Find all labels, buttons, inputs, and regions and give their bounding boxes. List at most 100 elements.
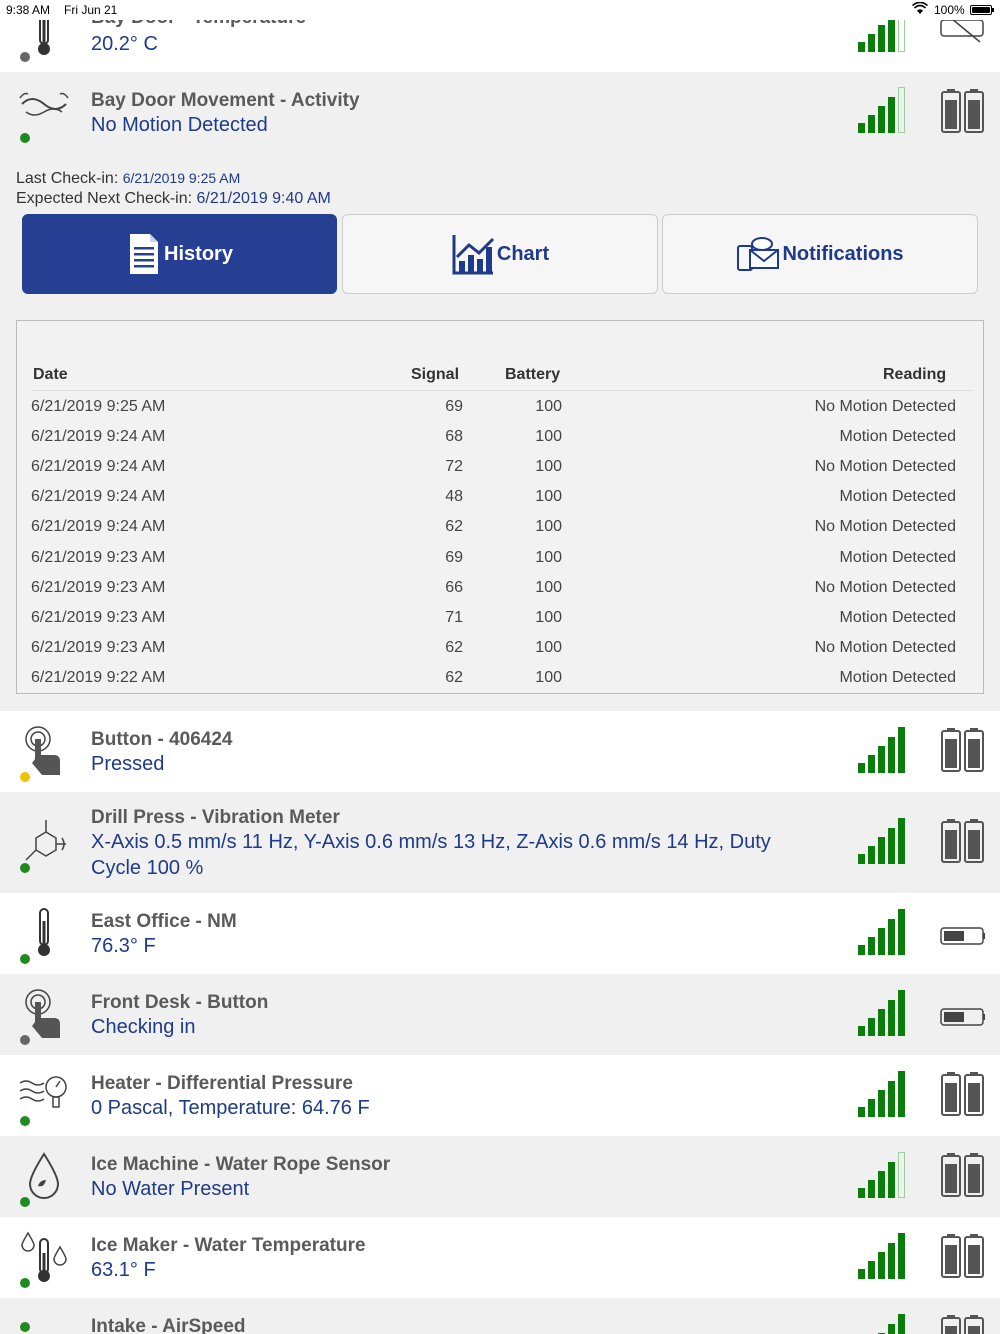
status-dot [20, 1197, 30, 1207]
tab-chart-label: Chart [496, 242, 550, 265]
status-dot [20, 863, 30, 873]
sensor-reading: 20.2° C [91, 33, 158, 55]
sensor-row-button-406424[interactable]: Button - 406424 Pressed [0, 711, 1000, 792]
cell-date: 6/21/2019 9:23 AM [31, 639, 166, 656]
cell-signal: 62 [445, 669, 463, 686]
status-battery-percent: 100% [934, 3, 965, 17]
cell-signal: 69 [445, 398, 463, 415]
cell-reading: No Motion Detected [814, 579, 956, 596]
sensor-name: Heater - Differential Pressure [91, 1073, 353, 1094]
cell-date: 6/21/2019 9:24 AM [31, 428, 166, 445]
battery-full-icon [940, 1314, 986, 1334]
history-table[interactable]: Date Signal Battery Reading 6/21/2019 9:… [16, 320, 984, 694]
sensor-name: Intake - AirSpeed [91, 1316, 246, 1334]
sensor-row-drill-press[interactable]: Drill Press - Vibration Meter X-Axis 0.5… [0, 792, 1000, 893]
battery-full-icon [940, 818, 986, 864]
last-checkin-label: Last Check-in: [16, 170, 119, 187]
status-battery-icon [970, 5, 994, 15]
cell-signal: 68 [445, 428, 463, 445]
cell-signal: 72 [445, 458, 463, 475]
signal-strength-icon [858, 909, 908, 955]
signal-strength-icon [858, 990, 908, 1036]
signal-strength-icon [858, 818, 908, 864]
sensor-row-ice-machine[interactable]: Ice Machine - Water Rope Sensor No Water… [0, 1136, 1000, 1217]
pressure-gauge-icon [18, 1069, 70, 1121]
battery-full-icon [940, 1152, 986, 1198]
last-checkin-value: 6/21/2019 9:25 AM [122, 170, 241, 186]
last-checkin: Last Check-in: 6/21/2019 9:25 AM [16, 170, 240, 188]
signal-strength-icon [858, 1314, 908, 1334]
status-bar: 9:38 AM Fri Jun 21 100% [0, 0, 1000, 20]
sensor-reading: Checking in [91, 1016, 196, 1038]
cell-date: 6/21/2019 9:24 AM [31, 458, 166, 475]
cell-date: 6/21/2019 9:23 AM [31, 609, 166, 626]
cell-reading: No Motion Detected [814, 518, 956, 535]
sensor-name[interactable]: Bay Door Movement - Activity [91, 90, 360, 112]
sensor-row-east-office[interactable]: East Office - NM 76.3° F [0, 893, 1000, 974]
signal-strength-icon [858, 1233, 908, 1279]
table-row: 6/21/2019 9:24 AM 48 100 Motion Detected [17, 488, 983, 518]
status-dot [20, 1322, 30, 1332]
tab-notifications[interactable]: Notifications [662, 214, 978, 294]
sensor-row-intake-airspeed[interactable]: Intake - AirSpeed [0, 1298, 1000, 1334]
table-row: 6/21/2019 9:23 AM 69 100 Motion Detected [17, 549, 983, 579]
sensor-name: Drill Press - Vibration Meter [91, 807, 340, 828]
table-row: 6/21/2019 9:24 AM 62 100 No Motion Detec… [17, 518, 983, 548]
sensor-row-ice-maker[interactable]: Ice Maker - Water Temperature 63.1° F [0, 1217, 1000, 1298]
cell-signal: 48 [445, 488, 463, 505]
battery-low-icon [940, 994, 986, 1040]
signal-strength-icon [858, 1071, 908, 1117]
battery-full-icon [940, 1233, 986, 1279]
status-dot [20, 1116, 30, 1126]
next-checkin: Expected Next Check-in: 6/21/2019 9:40 A… [16, 190, 331, 208]
cell-battery: 100 [535, 669, 562, 686]
sensor-row-front-desk[interactable]: Front Desk - Button Checking in [0, 974, 1000, 1055]
table-row: 6/21/2019 9:24 AM 68 100 Motion Detected [17, 428, 983, 458]
tab-notifications-label: Notifications [782, 242, 904, 265]
cell-date: 6/21/2019 9:24 AM [31, 518, 166, 535]
table-row: 6/21/2019 9:24 AM 72 100 No Motion Detec… [17, 458, 983, 488]
status-dot [20, 52, 30, 62]
sensor-name: Ice Machine - Water Rope Sensor [91, 1154, 391, 1175]
cell-signal: 62 [445, 639, 463, 656]
button-press-icon [18, 725, 70, 777]
cell-battery: 100 [535, 609, 562, 626]
column-header-signal: Signal [411, 366, 460, 383]
battery-low-icon [940, 913, 986, 959]
sensor-reading: No Motion Detected [91, 114, 268, 136]
status-time: 9:38 AM [6, 3, 51, 17]
water-temperature-icon [18, 1231, 70, 1283]
table-row: 6/21/2019 9:25 AM 69 100 No Motion Detec… [17, 398, 983, 428]
thermometer-icon [18, 907, 70, 959]
cell-reading: Motion Detected [839, 428, 956, 445]
column-header-battery: Battery [505, 366, 561, 383]
vibration-icon [18, 816, 70, 868]
tab-chart[interactable]: Chart [342, 214, 658, 294]
header-divider [31, 390, 973, 391]
sensor-reading: 76.3° F [91, 935, 156, 957]
cell-signal: 69 [445, 549, 463, 566]
cell-signal: 62 [445, 518, 463, 535]
sensor-reading: Pressed [91, 753, 165, 775]
next-checkin-label: Expected Next Check-in: [16, 190, 193, 207]
sensor-name: Ice Maker - Water Temperature [91, 1235, 366, 1256]
sensor-name: Button - 406424 [91, 729, 233, 750]
signal-strength-icon [858, 727, 908, 773]
cell-date: 6/21/2019 9:23 AM [31, 579, 166, 596]
cell-battery: 100 [535, 458, 562, 475]
cell-date: 6/21/2019 9:25 AM [31, 398, 166, 415]
cell-battery: 100 [535, 518, 562, 535]
status-date: Fri Jun 21 [64, 3, 118, 17]
cell-battery: 100 [535, 579, 562, 596]
tab-history[interactable]: History [22, 214, 337, 294]
next-checkin-value: 6/21/2019 9:40 AM [196, 190, 331, 207]
sensor-name: Front Desk - Button [91, 992, 269, 1013]
cell-battery: 100 [535, 428, 562, 445]
cell-reading: Motion Detected [839, 609, 956, 626]
cell-reading: Motion Detected [839, 549, 956, 566]
cell-battery: 100 [535, 488, 562, 505]
cell-reading: Motion Detected [839, 488, 956, 505]
cell-battery: 100 [535, 398, 562, 415]
sensor-row-heater[interactable]: Heater - Differential Pressure 0 Pascal,… [0, 1055, 1000, 1136]
cell-signal: 71 [445, 609, 463, 626]
